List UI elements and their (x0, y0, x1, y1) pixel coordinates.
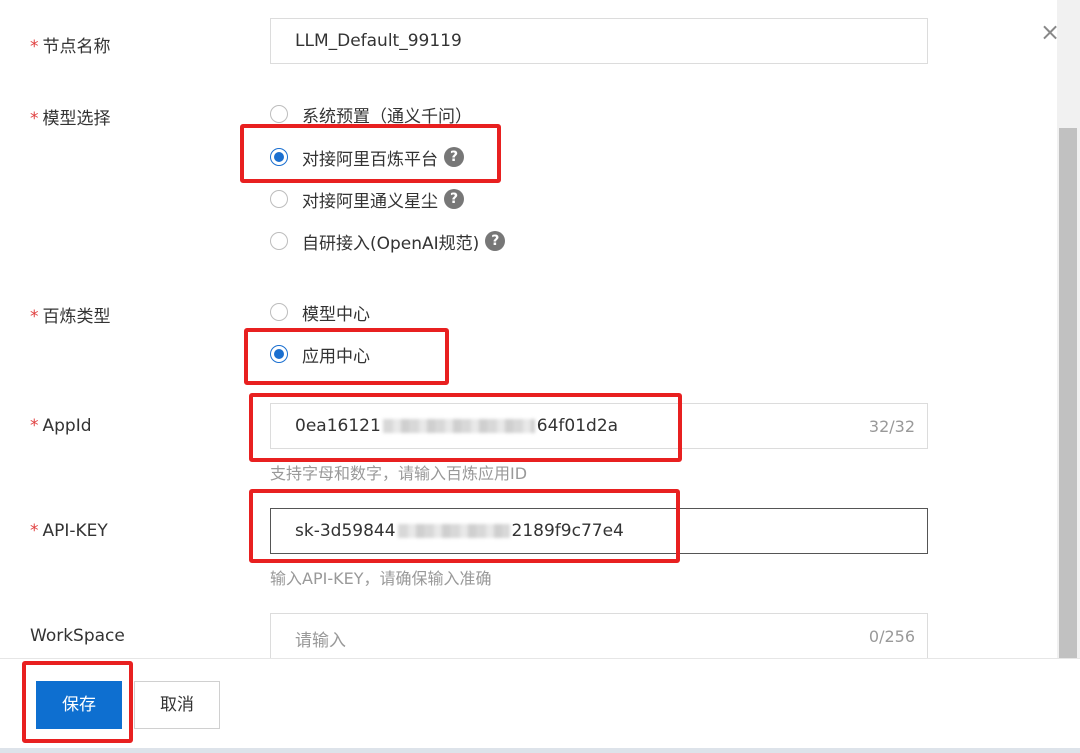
model-select-label: * 模型选择 (30, 109, 111, 129)
help-icon[interactable]: ? (444, 189, 464, 209)
radio-tongyi-xingchen[interactable]: 对接阿里通义星尘 ? (270, 187, 464, 212)
radio-system-preset[interactable]: 系统预置（通义千问） (270, 102, 472, 127)
required-mark: * (30, 109, 39, 129)
annotation-box (249, 489, 680, 563)
required-mark: * (30, 521, 39, 541)
radio-circle[interactable] (270, 105, 288, 123)
node-name-value: LLM_Default_99119 (295, 31, 462, 51)
node-name-label: * 节点名称 (30, 37, 111, 57)
help-icon[interactable]: ? (485, 231, 506, 251)
workspace-input[interactable]: 请输入 0/256 (270, 613, 928, 659)
bailian-type-label: * 百炼类型 (30, 307, 111, 327)
char-count: 0/256 (868, 627, 915, 646)
radio-circle[interactable] (270, 232, 288, 250)
annotation-box (22, 661, 133, 743)
scrollbar-thumb[interactable] (1059, 128, 1077, 658)
required-mark: * (30, 37, 39, 57)
radio-circle[interactable] (270, 190, 288, 208)
close-icon[interactable]: × (1038, 20, 1062, 44)
required-mark: * (30, 307, 39, 327)
api-key-label: * API-KEY (30, 521, 108, 541)
radio-circle[interactable] (270, 303, 288, 321)
appid-label: * AppId (30, 416, 92, 436)
char-count: 32/32 (868, 417, 915, 436)
radio-openai-custom[interactable]: 自研接入(OpenAI规范) ? (270, 229, 506, 254)
radio-model-center[interactable]: 模型中心 (270, 300, 370, 325)
api-key-hint: 输入API-KEY，请确保输入准确 (270, 569, 492, 588)
appid-hint: 支持字母和数字，请输入百炼应用ID (270, 464, 528, 483)
cancel-button[interactable]: 取消 (134, 681, 220, 729)
divider (0, 748, 1080, 753)
dialog: × * 节点名称 LLM_Default_99119 * 模型选择 系统预置（通义千… (0, 0, 1080, 753)
annotation-box (249, 393, 682, 462)
annotation-box (240, 124, 501, 183)
workspace-label: WorkSpace (30, 626, 125, 646)
node-name-input[interactable]: LLM_Default_99119 (270, 18, 928, 64)
annotation-box (244, 328, 449, 385)
required-mark: * (30, 416, 39, 436)
workspace-placeholder: 请输入 (295, 631, 346, 651)
